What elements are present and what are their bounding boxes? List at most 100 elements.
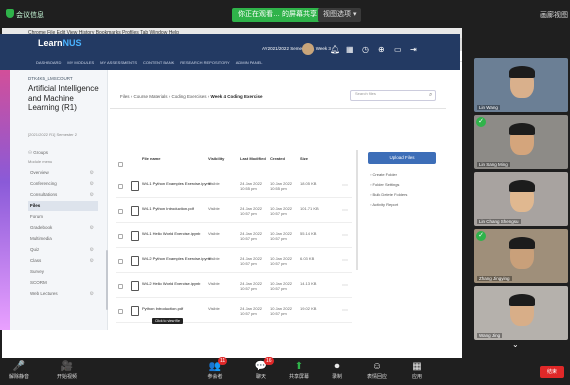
record-button[interactable]: ⏺ 录制	[322, 360, 352, 380]
file-name-link[interactable]: W4-1 Python Examples Exercise.ipynb	[142, 181, 212, 186]
participant-video[interactable]: Lin Wang	[474, 58, 568, 112]
logout-icon[interactable]: ⇥	[410, 45, 417, 55]
security-shield-icon[interactable]	[6, 9, 14, 18]
table-row[interactable]: W4-1 Python Introduction.pdf Visible 24 Ja…	[116, 201, 352, 223]
side-action-label: Create Folder	[372, 172, 397, 177]
side-action-item[interactable]: ▫ Activity Report	[370, 202, 398, 207]
select-all-checkbox[interactable]	[118, 162, 123, 167]
column-header[interactable]: Size	[300, 156, 328, 161]
side-action-label: Activity Report	[372, 202, 399, 207]
sidebar-item-web-lectures[interactable]: Web Lectures ⚙	[28, 289, 98, 299]
lms-logo[interactable]: LearnNUS	[38, 38, 82, 48]
sidebar-item-gradebook[interactable]: Gradebook ⚙	[28, 223, 98, 233]
nav-item[interactable]: RESEARCH REPOSITORY	[180, 60, 229, 65]
groups-link[interactable]: ⚇ Groups	[28, 150, 48, 156]
sidebar-item-scorm[interactable]: SCORM	[28, 278, 98, 288]
breadcrumb-item[interactable]: Coding Exercises	[172, 94, 207, 99]
more-actions-icon[interactable]: ⋯	[342, 182, 348, 189]
nav-item[interactable]: ADMIN PANEL	[236, 60, 263, 65]
sidebar-item-files[interactable]: Files	[28, 201, 98, 211]
cell-mod: 24 Jan 2022 10:57 pm	[240, 281, 263, 291]
side-action-item[interactable]: ▫ Bulk Delete Folders	[370, 192, 407, 197]
file-name-link[interactable]: Python Introduction.pdf	[142, 306, 212, 311]
groups-link-label: Groups	[33, 150, 49, 155]
participant-video[interactable]: Wang Jing	[474, 286, 568, 340]
upload-files-button[interactable]: Upload Files	[368, 152, 436, 164]
sidebar-item-conferencing[interactable]: Conferencing ⚙	[28, 179, 98, 189]
participant-video[interactable]: ✓ Lin Sang Ming	[474, 115, 568, 169]
column-header[interactable]: Created	[270, 156, 298, 161]
grid-icon[interactable]: ▦	[346, 45, 354, 55]
sidebar-scrollbar[interactable]	[106, 250, 108, 310]
sidebar-item-quiz[interactable]: Quiz ⚙	[28, 245, 98, 255]
file-name-link[interactable]: W4-2 Hello World Exercise.ipynb	[142, 281, 212, 286]
file-name-link[interactable]: W4-1 Hello World Exercise.ipynb	[142, 231, 212, 236]
table-scrollbar[interactable]	[356, 150, 358, 270]
nav-item[interactable]: DASHBOARD	[36, 60, 61, 65]
participant-video[interactable]: Lin Chang Shengsu	[474, 172, 568, 226]
gallery-view-button[interactable]: 画廊视图	[540, 10, 568, 20]
reaction-button[interactable]: ☺ 表情回应	[362, 360, 392, 380]
row-checkbox[interactable]	[118, 284, 123, 289]
table-row[interactable]: W4-2 Python Examples Exercise.ipynb Visib…	[116, 251, 352, 273]
row-checkbox[interactable]	[118, 234, 123, 239]
sidebar-item-forum[interactable]: Forum	[28, 212, 98, 222]
row-checkbox[interactable]	[118, 209, 123, 214]
column-header[interactable]: Visibility	[208, 156, 236, 161]
more-actions-icon[interactable]: ⋯	[342, 257, 348, 264]
nav-item[interactable]: CONTENT BANK	[143, 60, 174, 65]
table-row[interactable]: W4-2 Hello World Exercise.ipynb Visible 24…	[116, 276, 352, 298]
view-options-button[interactable]: 视图选项 ▾	[318, 8, 362, 22]
row-checkbox[interactable]	[118, 184, 123, 189]
share-screen-button[interactable]: ⬆ 共享屏幕	[284, 360, 314, 380]
check-icon: ✓	[476, 117, 486, 127]
sidebar-item-class[interactable]: Class ⚙	[28, 256, 98, 266]
more-actions-icon[interactable]: ⋯	[342, 232, 348, 239]
more-actions-icon[interactable]: ⋯	[342, 307, 348, 314]
bell-icon[interactable]: 🔔︎	[330, 45, 340, 55]
sidebar-item-overview[interactable]: Overview ⚙	[28, 168, 98, 178]
chevron-down-icon[interactable]: ⌄	[512, 340, 519, 349]
more-actions-icon[interactable]: ⋯	[342, 207, 348, 214]
gear-icon[interactable]: ⚙	[90, 256, 94, 266]
gear-icon[interactable]: ⚙	[90, 289, 94, 299]
end-meeting-button[interactable]: 结束	[540, 366, 564, 378]
search-icon[interactable]: ⌕	[429, 92, 432, 99]
gear-icon[interactable]: ⚙	[90, 223, 94, 233]
table-row[interactable]: W4-1 Hello World Exercise.ipynb Visible 24…	[116, 226, 352, 248]
record-icon: ⏺	[334, 361, 340, 372]
more-actions-icon[interactable]: ⋯	[342, 282, 348, 289]
sidebar-item-label: Multimedia	[30, 236, 52, 241]
row-checkbox[interactable]	[118, 259, 123, 264]
gear-icon[interactable]: ⚙	[90, 168, 94, 178]
table-row[interactable]: W4-1 Python Examples Exercise.ipynb Visib…	[116, 176, 352, 198]
gear-icon[interactable]: ⚙	[90, 179, 94, 189]
side-action-item[interactable]: ▫ Folder Settings	[370, 182, 399, 187]
globe-icon[interactable]: ⊕	[378, 45, 385, 55]
file-name-link[interactable]: W4-1 Python Introduction.pdf	[142, 206, 212, 211]
gear-icon[interactable]: ⚙	[90, 245, 94, 255]
camera-button[interactable]: 🎥 开始视频	[52, 360, 82, 380]
file-name-link[interactable]: W4-2 Python Examples Exercise.ipynb	[142, 256, 212, 261]
row-checkbox[interactable]	[118, 309, 123, 314]
sidebar-item-consultations[interactable]: Consultations ⚙	[28, 190, 98, 200]
participant-video[interactable]: ✓ Zhang Jingying	[474, 229, 568, 283]
nav-item[interactable]: MY ASSESSMENTS	[100, 60, 137, 65]
mic-button[interactable]: 🎤 解除静音	[4, 360, 34, 380]
file-search-input[interactable]: Search files	[350, 90, 436, 101]
column-header[interactable]: File name	[142, 156, 198, 161]
meeting-info-label[interactable]: 会议信息	[16, 10, 44, 20]
column-header[interactable]: Last Modified	[240, 156, 268, 161]
message-icon[interactable]: ▭	[394, 45, 402, 55]
participant-hair	[509, 123, 535, 135]
breadcrumb-item[interactable]: Files	[120, 94, 130, 99]
gear-icon[interactable]: ⚙	[90, 190, 94, 200]
breadcrumb-item[interactable]: Course Materials	[134, 94, 168, 99]
nav-item[interactable]: MY MODULES	[67, 60, 94, 65]
apps-button[interactable]: ▦ 应用	[402, 360, 432, 380]
sidebar-item-multimedia[interactable]: Multimedia	[28, 234, 98, 244]
avatar[interactable]	[302, 43, 314, 55]
clock-icon[interactable]: ◷	[362, 45, 369, 55]
sidebar-item-survey[interactable]: Survey	[28, 267, 98, 277]
side-action-item[interactable]: ▫ Create Folder	[370, 172, 397, 177]
